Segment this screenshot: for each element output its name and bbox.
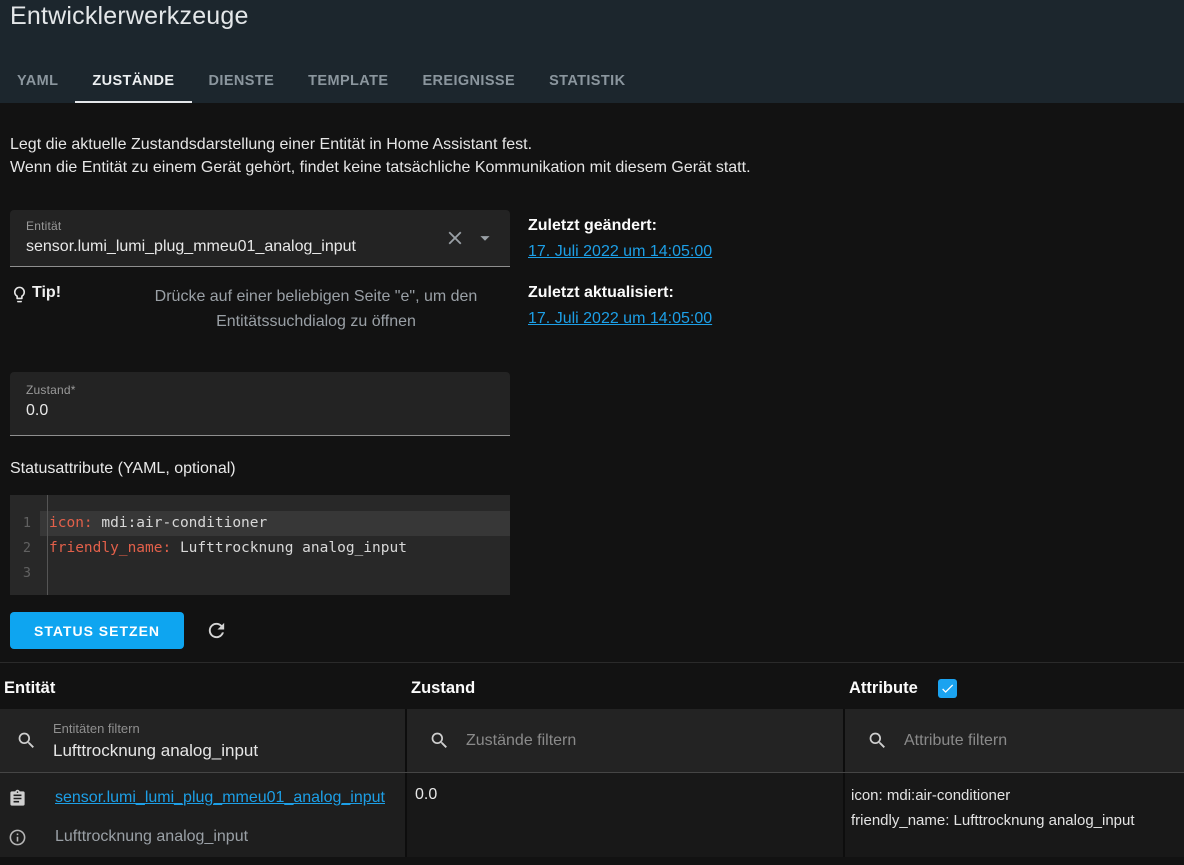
- entity-filter-label: Entitäten filtern: [53, 721, 140, 736]
- entity-filter-input[interactable]: [53, 741, 353, 761]
- last-updated-link[interactable]: 17. Juli 2022 um 14:05:00: [528, 310, 712, 328]
- tab-bar: YAML ZUSTÄNDE DIENSTE TEMPLATE EREIGNISS…: [0, 59, 1184, 103]
- info-icon[interactable]: [8, 828, 27, 847]
- tab-ereignisse[interactable]: EREIGNISSE: [405, 59, 532, 103]
- check-icon: [940, 681, 955, 696]
- states-table: Entität Zustand Attribute Entitäten filt…: [0, 663, 1184, 857]
- search-icon: [16, 730, 37, 751]
- lightbulb-icon: [10, 284, 29, 304]
- tab-statistik[interactable]: STATISTIK: [532, 59, 642, 103]
- search-icon: [867, 730, 888, 751]
- table-header-row: Entität Zustand Attribute: [0, 663, 1184, 709]
- entity-friendly-name: Lufttrocknung analog_input: [55, 828, 248, 846]
- entity-picker-label: Entität: [26, 219, 498, 233]
- state-cell: 0.0: [407, 773, 845, 857]
- entity-cell: sensor.lumi_lumi_plug_mmeu01_analog_inpu…: [0, 773, 407, 857]
- tip-title: Tip!: [32, 284, 61, 302]
- state-field[interactable]: Zustand*: [10, 372, 510, 436]
- attributes-cell: icon: mdi:air-conditioner friendly_name:…: [845, 773, 1184, 857]
- yaml-value: Lufttrocknung analog_input: [171, 540, 407, 556]
- entity-input[interactable]: [26, 238, 406, 256]
- yaml-editor[interactable]: 1 icon: mdi:air-conditioner 2 friendly_n…: [10, 495, 510, 595]
- state-input[interactable]: [26, 402, 406, 420]
- yaml-key: icon:: [49, 515, 93, 531]
- tab-template[interactable]: TEMPLATE: [291, 59, 405, 103]
- entity-filter-cell[interactable]: Entitäten filtern: [0, 709, 407, 772]
- intro-text: Legt die aktuelle Zustandsdarstellung ei…: [10, 133, 1174, 179]
- tab-yaml[interactable]: YAML: [0, 59, 75, 103]
- state-field-label: Zustand*: [26, 383, 498, 397]
- editor-line[interactable]: 3: [10, 561, 510, 586]
- page-title: Entwicklerwerkzeuge: [10, 2, 1184, 31]
- editor-line[interactable]: 2 friendly_name: Lufttrocknung analog_in…: [10, 536, 510, 561]
- attributes-filter-input[interactable]: [904, 732, 1144, 750]
- yaml-key: friendly_name:: [49, 540, 171, 556]
- line-number: 3: [10, 561, 40, 586]
- column-header-state: Zustand: [411, 679, 849, 698]
- attributes-filter-cell[interactable]: [845, 709, 1184, 772]
- state-filter-input[interactable]: [466, 732, 706, 750]
- line-number: 1: [10, 511, 40, 536]
- tip-text: Drücke auf einer beliebigen Seite "e", u…: [122, 284, 510, 334]
- copy-entity-id-icon[interactable]: [8, 789, 27, 808]
- last-changed-link[interactable]: 17. Juli 2022 um 14:05:00: [528, 243, 712, 261]
- entity-id-link[interactable]: sensor.lumi_lumi_plug_mmeu01_analog_inpu…: [55, 789, 385, 807]
- clear-entity-icon[interactable]: [444, 227, 466, 249]
- table-row[interactable]: sensor.lumi_lumi_plug_mmeu01_analog_inpu…: [0, 773, 1184, 857]
- attributes-checkbox[interactable]: [938, 679, 957, 698]
- set-state-card: Legt die aktuelle Zustandsdarstellung ei…: [0, 103, 1184, 663]
- column-header-attributes: Attribute: [849, 679, 918, 698]
- tab-dienste[interactable]: DIENSTE: [192, 59, 292, 103]
- refresh-icon[interactable]: [205, 619, 228, 642]
- attribute-line: icon: mdi:air-conditioner: [851, 783, 1184, 808]
- entity-tip: Tip! Drücke auf einer beliebigen Seite "…: [10, 284, 510, 334]
- attributes-section-label: Statusattribute (YAML, optional): [10, 460, 510, 478]
- intro-line-1: Legt die aktuelle Zustandsdarstellung ei…: [10, 133, 1174, 156]
- intro-line-2: Wenn die Entität zu einem Gerät gehört, …: [10, 156, 1174, 179]
- state-filter-cell[interactable]: [407, 709, 845, 772]
- yaml-value: mdi:air-conditioner: [93, 515, 268, 531]
- chevron-down-icon[interactable]: [474, 227, 496, 249]
- editor-line[interactable]: 1 icon: mdi:air-conditioner: [10, 511, 510, 536]
- timestamps-panel: Zuletzt geändert: 17. Juli 2022 um 14:05…: [528, 210, 712, 649]
- last-updated-label: Zuletzt aktualisiert:: [528, 284, 712, 302]
- filter-row: Entitäten filtern: [0, 709, 1184, 773]
- entity-picker[interactable]: Entität: [10, 210, 510, 267]
- main-content: Legt die aktuelle Zustandsdarstellung ei…: [0, 103, 1184, 857]
- column-header-entity: Entität: [4, 679, 411, 698]
- last-changed-label: Zuletzt geändert:: [528, 217, 712, 235]
- search-icon: [429, 730, 450, 751]
- tab-zustaende[interactable]: ZUSTÄNDE: [75, 59, 191, 103]
- set-state-button[interactable]: STATUS SETZEN: [10, 612, 184, 649]
- app-header: Entwicklerwerkzeuge YAML ZUSTÄNDE DIENST…: [0, 0, 1184, 103]
- line-number: 2: [10, 536, 40, 561]
- attribute-line: friendly_name: Lufttrocknung analog_inpu…: [851, 808, 1184, 833]
